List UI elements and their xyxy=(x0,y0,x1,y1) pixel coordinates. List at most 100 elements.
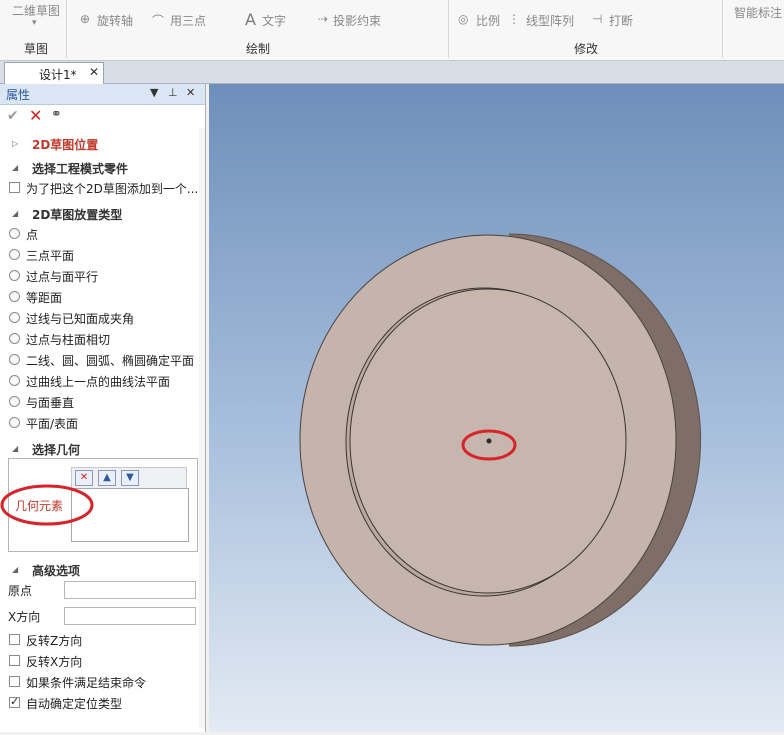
placement-option-label: 三点平面 xyxy=(26,249,75,263)
auto-locate-checkbox[interactable]: ✓ 自动确定定位类型 xyxy=(0,693,205,713)
radio-button[interactable] xyxy=(9,312,20,323)
arc-icon: ⌒ xyxy=(152,14,165,28)
end-command-checkbox[interactable]: 如果条件满足结束命令 xyxy=(0,672,205,692)
placement-option-label: 过曲线上一点的曲线法平面 xyxy=(26,375,171,389)
placement-option-label: 过点与柱面相切 xyxy=(26,333,111,347)
placement-option[interactable]: 过线与已知面成夹角 xyxy=(0,308,205,328)
cancel-icon[interactable]: ✕ xyxy=(29,106,42,125)
three-point-arc-button[interactable]: 用三点 xyxy=(170,12,206,29)
section-2d-sketch-position[interactable]: ▷ 2D草图位置 xyxy=(0,134,205,154)
close-icon[interactable]: ✕ xyxy=(89,65,99,79)
rotate-axis-button[interactable]: 旋转轴 xyxy=(97,12,133,29)
placement-option[interactable]: 过点与柱面相切 xyxy=(0,329,205,349)
placement-option-label: 过线与已知面成夹角 xyxy=(26,312,135,326)
expand-arrow-icon: ▷ xyxy=(12,139,19,148)
radio-button[interactable] xyxy=(9,417,20,428)
projection-icon: ⇢ xyxy=(318,12,329,26)
panel-toolbar: ✔ ✕ ⚭ xyxy=(0,106,205,128)
origin-field[interactable] xyxy=(64,581,196,599)
placement-option[interactable]: 平面/表面 xyxy=(0,413,205,433)
scale-icon: ◎ xyxy=(458,12,469,26)
radio-button[interactable] xyxy=(9,249,20,260)
placement-option[interactable]: 过曲线上一点的曲线法平面 xyxy=(0,371,205,391)
radio-button[interactable] xyxy=(9,291,20,302)
checkbox[interactable] xyxy=(9,655,20,666)
placement-option[interactable]: 三点平面 xyxy=(0,245,205,265)
sketch-2d-button[interactable]: 二维草图 xyxy=(12,2,60,19)
placement-option[interactable]: 等距面 xyxy=(0,287,205,307)
disc-part-model[interactable] xyxy=(209,84,784,732)
group-label-modify: 修改 xyxy=(574,42,599,56)
pin-icon[interactable]: ⊥ xyxy=(168,86,178,99)
x-direction-label: X方向 xyxy=(8,610,41,624)
section-select-part[interactable]: ◢ 选择工程模式零件 xyxy=(0,158,205,178)
geometry-selection-box: 几何元素 ✕ ▲ ▼ xyxy=(0,458,198,552)
panel-title: 属性 xyxy=(6,88,31,102)
placement-option-label: 过点与面平行 xyxy=(26,270,99,284)
break-icon: ⊣ xyxy=(592,12,603,26)
checkbox[interactable]: ✓ xyxy=(9,695,20,708)
preview-glasses-icon[interactable]: ⚭ xyxy=(51,107,62,122)
radio-button[interactable] xyxy=(9,228,20,239)
section-advanced-options[interactable]: ◢ 高级选项 xyxy=(0,560,205,580)
placement-option-label: 点 xyxy=(26,228,39,242)
radio-button[interactable] xyxy=(9,333,20,344)
smart-dimension-button[interactable]: 智能标注 xyxy=(734,4,782,21)
document-tab-bar xyxy=(0,61,784,84)
project-constraint-button[interactable]: 投影约束 xyxy=(333,12,381,29)
linear-pattern-button[interactable]: 线型阵列 xyxy=(526,12,574,29)
collapse-arrow-icon: ◢ xyxy=(12,565,19,574)
placement-option[interactable]: 过点与面平行 xyxy=(0,266,205,286)
radio-button[interactable] xyxy=(9,396,20,407)
move-down-icon[interactable]: ▼ xyxy=(121,470,139,486)
placement-option[interactable]: 点 xyxy=(0,224,205,244)
group-label-sketch: 草图 xyxy=(24,42,49,56)
placement-option[interactable]: 与面垂直 xyxy=(0,392,205,412)
radio-button[interactable] xyxy=(9,354,20,365)
break-button[interactable]: 打断 xyxy=(609,12,633,29)
radio-button[interactable] xyxy=(9,270,20,281)
close-icon[interactable]: ✕ xyxy=(186,86,195,99)
section-placement-type[interactable]: ◢ 2D草图放置类型 xyxy=(0,204,205,224)
radio-button[interactable] xyxy=(9,375,20,386)
linear-pattern-icon: ⋮ xyxy=(508,12,520,26)
annotation-ellipse xyxy=(0,484,94,526)
tab-design1[interactable]: 设计1* ✕ xyxy=(4,62,104,84)
property-panel: 属性 ▼ ⊥ ✕ ✔ ✕ ⚭ ▷ 2D草图位置 ◢ 选择工程模式零件 为了把这个… xyxy=(0,84,206,732)
center-point[interactable] xyxy=(486,438,492,444)
ribbon: 二维草图 ▾ 草图 ⊕ 旋转轴 ⌒ 用三点 绘制 A 文字 ⇢ 投影约束 ◎ 比… xyxy=(0,0,784,61)
rotate-axis-icon: ⊕ xyxy=(80,12,91,26)
scale-button[interactable]: 比例 xyxy=(476,12,500,29)
placement-option[interactable]: 二线、圆、圆弧、椭圆确定平面 xyxy=(0,350,205,370)
ribbon-divider xyxy=(722,0,723,58)
checkbox[interactable] xyxy=(9,634,20,645)
dropdown-icon[interactable]: ▼ xyxy=(150,86,158,99)
ribbon-divider xyxy=(448,0,449,58)
check-icon[interactable]: ✔ xyxy=(7,108,19,124)
collapse-arrow-icon: ◢ xyxy=(12,163,19,172)
3d-viewport[interactable] xyxy=(209,84,784,732)
panel-scrollbar[interactable] xyxy=(199,128,205,728)
placement-option-label: 与面垂直 xyxy=(26,396,75,410)
ribbon-divider xyxy=(66,0,67,58)
text-button[interactable]: 文字 xyxy=(262,12,286,29)
panel-header: 属性 ▼ ⊥ ✕ xyxy=(0,84,205,105)
collapse-arrow-icon: ◢ xyxy=(12,444,19,453)
origin-label: 原点 xyxy=(8,584,33,598)
section-select-geometry[interactable]: ◢ 选择几何 xyxy=(0,439,205,459)
add-sketch-checkbox[interactable]: 为了把这个2D草图添加到一个... xyxy=(0,178,205,198)
tab-label: 设计1* xyxy=(39,68,77,82)
checkmark-icon: ✓ xyxy=(10,695,20,708)
checkbox[interactable] xyxy=(9,676,20,687)
placement-option-label: 二线、圆、圆弧、椭圆确定平面 xyxy=(26,354,195,368)
text-icon: A xyxy=(245,10,256,29)
checkbox[interactable] xyxy=(9,182,20,193)
reverse-x-checkbox[interactable]: 反转X方向 xyxy=(0,651,205,671)
chevron-down-icon[interactable]: ▾ xyxy=(32,18,37,28)
placement-option-label: 平面/表面 xyxy=(26,417,79,431)
placement-option-label: 等距面 xyxy=(26,291,63,305)
x-direction-field[interactable] xyxy=(64,607,196,625)
group-label-draw: 绘制 xyxy=(246,42,271,56)
reverse-z-checkbox[interactable]: 反转Z方向 xyxy=(0,630,205,650)
collapse-arrow-icon: ◢ xyxy=(12,209,19,218)
